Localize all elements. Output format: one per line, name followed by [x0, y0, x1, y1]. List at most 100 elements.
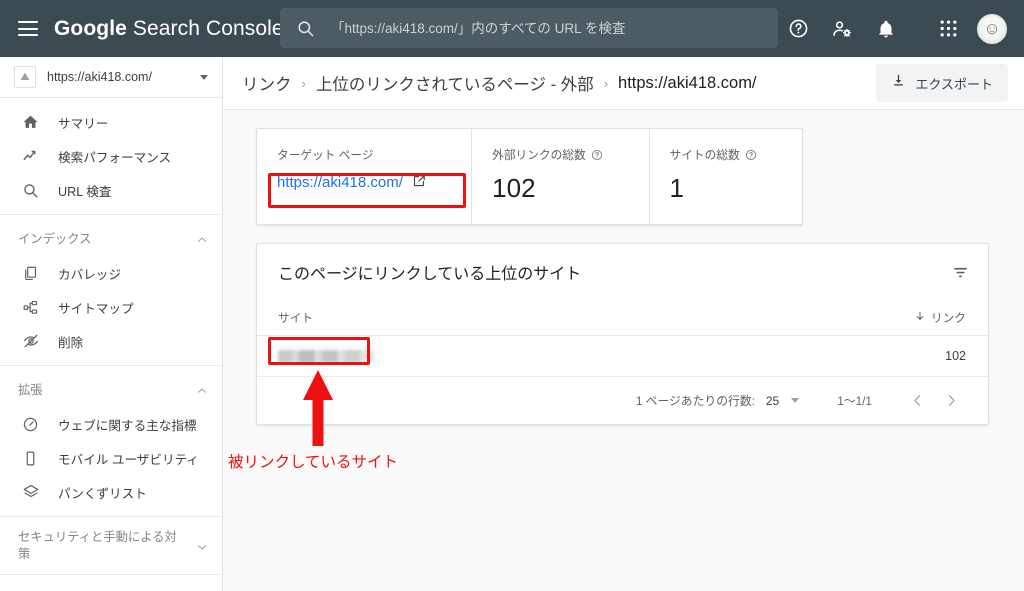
sidebar-section-header-security[interactable]: セキュリティと手動による対策 — [0, 523, 222, 568]
eye-off-icon — [22, 332, 42, 350]
search-icon — [22, 182, 42, 199]
target-page-link[interactable]: https://aki418.com/ — [277, 173, 451, 192]
trending-up-icon — [22, 147, 42, 165]
url-inspection-search-bar[interactable] — [280, 8, 778, 48]
sidebar-item-breadcrumbs[interactable]: パンくずリスト — [0, 475, 222, 509]
sidebar-section-title: インデックス — [18, 231, 92, 246]
sidebar-section-index: インデックス カバレッジ サイトマップ 削除 — [0, 215, 222, 366]
sidebar-item-sitemaps[interactable]: サイトマップ — [0, 290, 222, 324]
column-header-links[interactable]: リンク — [914, 309, 966, 326]
search-input[interactable] — [329, 19, 759, 37]
sidebar-section-header-enhancements[interactable]: 拡張 — [0, 373, 222, 407]
sitemap-icon — [22, 299, 42, 316]
sidebar-item-removals[interactable]: 削除 — [0, 324, 222, 358]
column-header-site[interactable]: サイト — [278, 309, 313, 326]
content-area: ターゲット ページ https://aki418.com/ 外部リンクの総数 1… — [223, 110, 1024, 425]
pages-copy-icon — [22, 265, 42, 282]
help-circle-icon[interactable] — [745, 149, 757, 161]
table-header-row: サイト リンク — [257, 300, 988, 336]
sidebar-item-summary[interactable]: サマリー — [0, 105, 222, 139]
sidebar-section-header-index[interactable]: インデックス — [0, 222, 222, 256]
hamburger-menu-icon[interactable] — [18, 21, 38, 36]
speedometer-icon — [22, 416, 42, 433]
sidebar-item-label: サイトマップ — [58, 301, 134, 316]
brand-search-console: Search Console — [126, 16, 284, 40]
sidebar-section-enhancements: 拡張 ウェブに関する主な指標 モバイル ユーザビリティ パンくずリスト — [0, 366, 222, 517]
annotation-callout-text: 被リンクしているサイト — [228, 454, 399, 471]
summary-cards: ターゲット ページ https://aki418.com/ 外部リンクの総数 1… — [256, 128, 803, 225]
table-row[interactable]: 102 — [257, 336, 988, 377]
help-icon[interactable] — [776, 7, 820, 51]
export-button[interactable]: エクスポート — [876, 64, 1008, 102]
help-circle-icon[interactable] — [591, 149, 603, 161]
property-url: https://aki418.com/ — [47, 70, 152, 84]
next-page-button[interactable] — [934, 384, 968, 418]
sidebar-section-title: セキュリティと手動による対策 — [18, 530, 177, 561]
avatar[interactable]: ☺ — [970, 7, 1014, 51]
sidebar-item-url-inspection[interactable]: URL 検査 — [0, 173, 222, 207]
sidebar-section-legacy-tools: 以前のツールとレポート — [0, 575, 222, 591]
card-total-external-links: 外部リンクの総数 102 — [471, 129, 648, 224]
target-page-url: https://aki418.com/ — [277, 174, 403, 191]
pagination-range: 1〜1/1 — [837, 394, 872, 408]
rows-per-page-select[interactable]: 25 — [765, 393, 800, 408]
site-favicon-icon: ⛰ — [14, 66, 36, 88]
top-app-bar: Google Search Console 「https://aki418.co… — [0, 0, 1024, 57]
chevron-down-icon — [791, 398, 800, 403]
account-settings-icon[interactable] — [820, 7, 864, 51]
sidebar-item-mobile-usability[interactable]: モバイル ユーザビリティ — [0, 441, 222, 475]
notifications-bell-icon[interactable] — [864, 7, 908, 51]
sidebar: ⛰ https://aki418.com/ サマリー 検索パフォーマンス URL… — [0, 57, 223, 591]
search-icon — [296, 19, 315, 38]
card-label-text: ターゲット ページ — [277, 149, 374, 162]
app-title: Google Search Console — [54, 17, 284, 41]
card-label: ターゲット ページ — [277, 146, 451, 163]
rows-per-page-value: 25 — [765, 393, 780, 408]
breadcrumb-item-top-linked-pages[interactable]: 上位のリンクされているページ - 外部 — [316, 71, 594, 95]
card-target-page: ターゲット ページ https://aki418.com/ — [257, 129, 471, 224]
sidebar-item-coverage[interactable]: カバレッジ — [0, 256, 222, 290]
linking-sites-panel: このページにリンクしている上位のサイト サイト リンク 102 1 ページあたり… — [256, 243, 989, 425]
chevron-up-icon — [196, 233, 208, 245]
card-total-sites: サイトの総数 1 — [648, 129, 802, 224]
panel-header: このページにリンクしている上位のサイト — [257, 244, 988, 300]
mobile-phone-icon — [22, 450, 42, 467]
sidebar-item-label: サマリー — [58, 116, 109, 131]
sidebar-item-label: 削除 — [58, 335, 84, 350]
chevron-down-icon — [196, 540, 208, 552]
property-selector[interactable]: ⛰ https://aki418.com/ — [0, 57, 222, 98]
user-avatar-image: ☺ — [977, 13, 1007, 44]
breadcrumb-item-current-url: https://aki418.com/ — [618, 73, 757, 92]
apps-grid-icon[interactable] — [926, 7, 970, 51]
export-button-label: エクスポート — [915, 76, 993, 92]
app-bar-actions: ☺ — [776, 0, 1014, 57]
breadcrumb-separator: › — [603, 75, 609, 91]
avatar-figure-icon: ☺ — [983, 19, 1001, 38]
sidebar-item-core-web-vitals[interactable]: ウェブに関する主な指標 — [0, 407, 222, 441]
card-label-text: サイトの総数 — [669, 149, 740, 162]
breadcrumb-item-links[interactable]: リンク — [242, 71, 292, 95]
breadcrumb-bar: リンク › 上位のリンクされているページ - 外部 › https://aki4… — [223, 57, 1024, 110]
card-value: 1 — [669, 173, 684, 203]
layers-icon — [22, 483, 42, 501]
breadcrumb-separator: › — [301, 75, 306, 91]
card-value: 102 — [492, 173, 536, 203]
previous-page-button[interactable] — [900, 384, 934, 418]
sidebar-section-security-manual-actions: セキュリティと手動による対策 — [0, 517, 222, 576]
sidebar-item-label: ウェブに関する主な指標 — [58, 418, 197, 433]
site-name-redacted — [278, 349, 374, 363]
sidebar-item-label: 検索パフォーマンス — [58, 150, 172, 165]
download-icon — [891, 73, 906, 93]
sidebar-section-header-legacy-tools[interactable]: 以前のツールとレポート — [0, 581, 222, 591]
panel-title: このページにリンクしている上位のサイト — [278, 266, 582, 283]
arrow-down-icon — [914, 310, 926, 325]
table-pagination: 1 ページあたりの行数: 25 1〜1/1 — [257, 377, 988, 424]
sidebar-section-title: 拡張 — [18, 382, 43, 397]
row-links-count: 102 — [945, 349, 966, 363]
chevron-up-icon — [196, 384, 208, 396]
card-label: 外部リンクの総数 — [492, 146, 628, 163]
sidebar-item-search-performance[interactable]: 検索パフォーマンス — [0, 139, 222, 173]
card-label: サイトの総数 — [670, 146, 782, 163]
filter-icon[interactable] — [951, 263, 970, 282]
external-link-icon — [412, 173, 427, 192]
